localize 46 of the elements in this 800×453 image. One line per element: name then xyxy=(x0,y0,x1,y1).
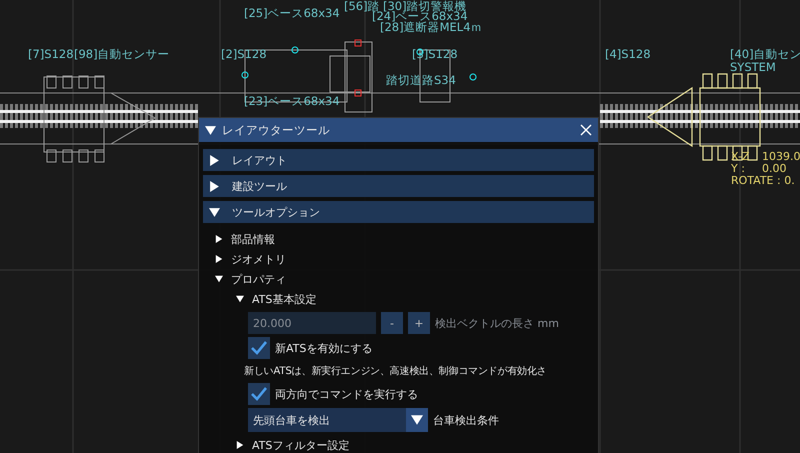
caret-right-icon xyxy=(215,255,223,263)
rotation-readout: ROTATE : 0. xyxy=(731,175,795,187)
section-header[interactable]: ツールオプション xyxy=(203,201,594,223)
number-field[interactable]: 20.000 xyxy=(248,312,376,334)
caret-right-icon xyxy=(236,441,244,449)
dropdown[interactable]: 先頭台車を検出 xyxy=(248,408,428,432)
tree-item[interactable]: 部品情報 xyxy=(203,229,275,249)
part-label: [56]踏 xyxy=(344,0,380,13)
section-header[interactable]: 建設ツール xyxy=(203,175,594,197)
tree-item[interactable]: プロパティ xyxy=(203,269,286,289)
part-label: [25]ベース68x34 xyxy=(244,7,340,20)
checkmark-icon xyxy=(251,341,267,355)
close-button[interactable] xyxy=(580,124,592,136)
checkbox-label: 新ATSを有効にする xyxy=(275,340,372,356)
part-label: [4]S128 xyxy=(605,48,651,61)
caret-down-icon xyxy=(215,275,223,283)
decrement-button[interactable]: - xyxy=(381,312,403,334)
dropdown-label: 台車検出条件 xyxy=(433,412,499,428)
description-text: 新しいATSは、新実行エンジン、高速検出、制御コマンドが有効化さ xyxy=(244,364,548,378)
caret-right-icon xyxy=(209,180,220,192)
coordinate-value: 1039.0 xyxy=(762,151,800,163)
tree-item[interactable]: ATS基本設定 xyxy=(203,289,316,309)
coordinate-value: 0.00 xyxy=(762,163,786,175)
coordinate-label: Y : xyxy=(731,163,745,175)
part-label: [40]自動セン xyxy=(730,48,800,61)
caret-down-icon xyxy=(209,206,220,218)
caret-down-icon xyxy=(205,124,216,136)
field-label: 検出ベクトルの長さ mm xyxy=(435,316,559,330)
part-label: [98]自動センサー xyxy=(74,48,170,61)
part-label: SYSTEM xyxy=(730,61,776,74)
tree-item[interactable]: ATSフィルター設定 xyxy=(203,435,350,453)
part-label: [7]S128 xyxy=(28,48,74,61)
tree-item[interactable]: ジオメトリ xyxy=(203,249,286,269)
increment-button[interactable]: + xyxy=(408,312,430,334)
checkbox[interactable] xyxy=(248,383,270,405)
checkbox[interactable] xyxy=(248,337,270,359)
section-header[interactable]: レイアウト xyxy=(203,149,594,171)
caret-right-icon xyxy=(215,235,223,243)
part-label: [30]踏切警報機 xyxy=(383,0,467,13)
checkmark-icon xyxy=(251,387,267,401)
part-label: [28]遮断器MEL4ｍ xyxy=(380,21,483,34)
checkbox-label: 両方向でコマンドを実行する xyxy=(275,386,418,402)
caret-right-icon xyxy=(209,154,220,166)
caret-down-icon xyxy=(236,295,244,303)
window-title: レイアウターツール xyxy=(222,122,331,138)
caret-down-icon xyxy=(411,414,423,426)
